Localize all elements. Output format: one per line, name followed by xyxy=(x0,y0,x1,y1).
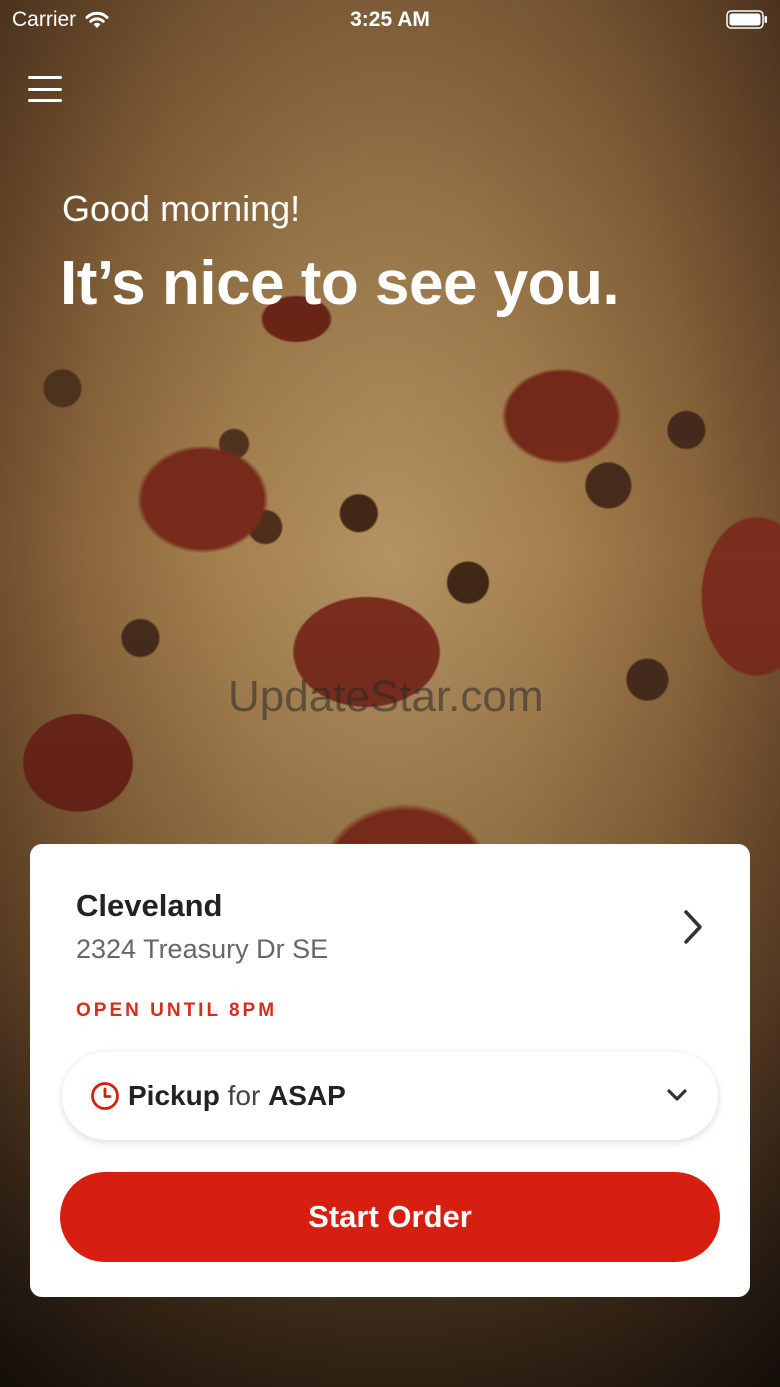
order-mode-time: ASAP xyxy=(268,1080,346,1111)
open-status-label: OPEN UNTIL 8PM xyxy=(76,1000,278,1021)
status-time: 3:25 AM xyxy=(350,8,430,31)
watermark: UpdateStar.com xyxy=(228,672,544,721)
location-address: 2324 Treasury Dr SE xyxy=(76,934,329,964)
order-mode-type: Pickup xyxy=(128,1080,220,1111)
chevron-down-icon xyxy=(667,1089,687,1101)
menu-line xyxy=(28,99,62,102)
greeting-text: Good morning! xyxy=(62,188,301,229)
menu-line xyxy=(28,76,62,79)
order-mode-dropdown[interactable]: Pickup for ASAP xyxy=(62,1052,718,1140)
headline-text: It’s nice to see you. xyxy=(60,249,620,318)
order-card: Cleveland 2324 Treasury Dr SE OPEN UNTIL… xyxy=(30,844,750,1297)
order-mode-connector: for xyxy=(227,1080,261,1111)
clock-icon xyxy=(91,1082,119,1110)
menu-line xyxy=(28,87,62,91)
order-mode-text: Pickup for ASAP xyxy=(128,1080,346,1112)
status-bar: Carrier 3:25 AM xyxy=(0,0,780,40)
chevron-right-icon xyxy=(684,910,702,944)
hamburger-menu-icon[interactable] xyxy=(28,74,62,104)
battery-icon xyxy=(726,10,767,29)
start-order-button[interactable]: Start Order xyxy=(60,1172,720,1262)
location-name: Cleveland xyxy=(76,888,223,923)
location-selector[interactable]: Cleveland 2324 Treasury Dr SE xyxy=(30,844,750,964)
